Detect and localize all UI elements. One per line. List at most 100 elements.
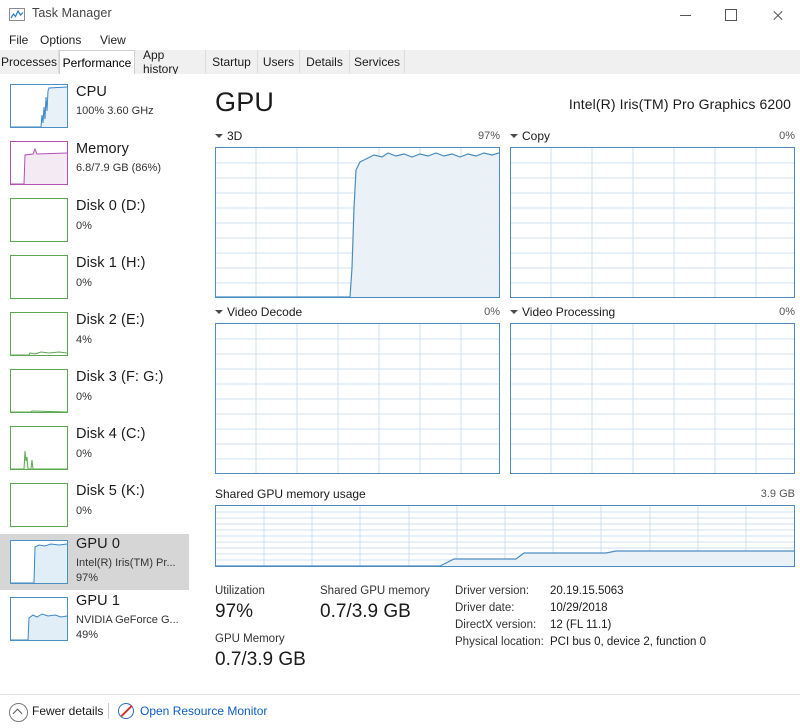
chart-shared-memory-label: Shared GPU memory usage [215, 487, 366, 501]
chart-video-processing[interactable]: Video Processing 0% [510, 305, 795, 474]
menu-item-options[interactable]: Options [36, 32, 85, 48]
tab-processes[interactable]: Processes [0, 50, 59, 73]
chart-shared-memory-value: 3.9 GB [760, 488, 795, 500]
sidebar-item-disk-5[interactable]: Disk 5 (K:) 0% [0, 477, 189, 533]
info-directx-version-key: DirectX version: [455, 619, 537, 631]
sidebar-item-disk-0-sub: 0% [76, 220, 92, 232]
chart-3d-plot [215, 147, 500, 298]
close-button[interactable] [754, 0, 800, 30]
memory-thumbnail-graph [10, 141, 68, 185]
sidebar-item-disk-2[interactable]: Disk 2 (E:) 4% [0, 306, 189, 362]
info-physical-location-value: PCI bus 0, device 2, function 0 [550, 636, 706, 648]
chart-shared-memory-header: Shared GPU memory usage 3.9 GB [215, 487, 795, 504]
tab-users[interactable]: Users [258, 50, 300, 73]
sidebar-item-disk-2-sub: 4% [76, 334, 92, 346]
sidebar-item-disk-0[interactable]: Disk 0 (D:) 0% [0, 192, 189, 248]
chart-video-processing-header[interactable]: Video Processing 0% [510, 305, 795, 322]
sidebar-item-memory-sub: 6.8/7.9 GB (86%) [76, 162, 161, 174]
sidebar-item-gpu-1-title: GPU 1 [76, 593, 121, 609]
disk-3-thumbnail-graph [10, 369, 68, 413]
tab-app-history[interactable]: App history [135, 48, 206, 76]
sidebar-item-gpu-1-usage: 49% [76, 629, 99, 641]
stat-gpu-memory-label: GPU Memory [215, 633, 285, 645]
sidebar-item-gpu-0-title: GPU 0 [76, 536, 121, 552]
chart-shared-memory-plot [215, 505, 795, 567]
sidebar-item-gpu-1-sub: NVIDIA GeForce G... [76, 614, 179, 626]
chart-3d-value: 97% [477, 130, 500, 142]
sidebar-item-disk-5-title: Disk 5 (K:) [76, 483, 145, 499]
sidebar-item-disk-4[interactable]: Disk 4 (C:) 0% [0, 420, 189, 476]
chart-copy-header[interactable]: Copy 0% [510, 129, 795, 146]
tab-performance[interactable]: Performance [59, 50, 135, 74]
info-driver-version-value: 20.19.15.5063 [550, 585, 624, 597]
sidebar-item-memory-title: Memory [76, 141, 129, 157]
sidebar-item-cpu[interactable]: CPU 100% 3.60 GHz [0, 78, 189, 134]
tab-startup[interactable]: Startup [206, 50, 258, 73]
sidebar-item-disk-3[interactable]: Disk 3 (F: G:) 0% [0, 363, 189, 419]
sidebar-item-gpu-1[interactable]: GPU 1 NVIDIA GeForce G... 49% [0, 591, 189, 647]
fewer-details-button[interactable]: Fewer details [32, 704, 103, 718]
gpu-detail-panel: GPU Intel(R) Iris(TM) Pro Graphics 6200 … [190, 74, 800, 694]
info-driver-date-key: Driver date: [455, 602, 515, 614]
stat-shared-memory-label: Shared GPU memory [320, 585, 430, 597]
chart-video-decode-value: 0% [484, 306, 500, 318]
chart-copy-plot [510, 147, 795, 298]
disk-4-thumbnail-graph [10, 426, 68, 470]
chart-video-decode[interactable]: Video Decode 0% [215, 305, 500, 474]
title-bar: Task Manager [0, 0, 800, 30]
chart-video-processing-label: Video Processing [522, 305, 616, 319]
gpu-device-name: Intel(R) Iris(TM) Pro Graphics 6200 [568, 96, 791, 112]
info-driver-date-value: 10/29/2018 [550, 602, 608, 614]
sidebar-item-disk-3-title: Disk 3 (F: G:) [76, 369, 164, 385]
stat-shared-memory-value: 0.7/3.9 GB [320, 601, 411, 622]
sidebar-item-disk-1-sub: 0% [76, 277, 92, 289]
chart-video-decode-header[interactable]: Video Decode 0% [215, 305, 500, 322]
tab-services[interactable]: Services [350, 50, 405, 73]
sidebar-item-gpu-0-usage: 97% [76, 572, 99, 584]
sidebar-item-disk-5-sub: 0% [76, 505, 92, 517]
menu-item-file[interactable]: File [5, 32, 32, 48]
page-title: GPU [215, 87, 275, 117]
sidebar-item-disk-2-title: Disk 2 (E:) [76, 312, 145, 328]
chart-shared-gpu-memory[interactable]: Shared GPU memory usage 3.9 GB [215, 487, 795, 568]
gpu-0-thumbnail-graph [10, 540, 68, 584]
chart-copy[interactable]: Copy 0% [510, 129, 795, 298]
menu-item-view[interactable]: View [96, 32, 130, 48]
disk-0-thumbnail-graph [10, 198, 68, 242]
status-bar: Fewer details Open Resource Monitor [0, 694, 800, 728]
chevron-down-icon[interactable] [215, 310, 223, 314]
sidebar-item-gpu-0[interactable]: GPU 0 Intel(R) Iris(TM) Pr... 97% [0, 534, 189, 590]
close-icon [772, 10, 783, 21]
task-manager-window: Task Manager File Options View Processes… [0, 0, 800, 728]
chart-video-processing-value: 0% [779, 306, 795, 318]
open-resource-monitor-link[interactable]: Open Resource Monitor [140, 704, 267, 718]
resource-monitor-icon[interactable] [118, 703, 134, 719]
minimize-button[interactable] [662, 0, 708, 30]
sidebar-item-disk-3-sub: 0% [76, 391, 92, 403]
chart-copy-value: 0% [779, 130, 795, 142]
chart-3d-header[interactable]: 3D 97% [215, 129, 500, 146]
chart-video-decode-plot [215, 323, 500, 474]
chart-3d[interactable]: 3D 97% [215, 129, 500, 298]
chevron-down-icon[interactable] [510, 134, 518, 138]
chart-copy-label: Copy [522, 129, 551, 143]
sidebar-item-disk-1[interactable]: Disk 1 (H:) 0% [0, 249, 189, 305]
resource-sidebar[interactable]: CPU 100% 3.60 GHz Memory 6.8/7.9 GB (86%… [0, 74, 191, 694]
chart-video-processing-plot [510, 323, 795, 474]
stat-gpu-memory-value: 0.7/3.9 GB [215, 649, 306, 670]
sidebar-item-disk-4-title: Disk 4 (C:) [76, 426, 146, 442]
maximize-button[interactable] [708, 0, 754, 30]
sidebar-item-gpu-0-sub: Intel(R) Iris(TM) Pr... [76, 557, 176, 569]
sidebar-item-cpu-sub: 100% 3.60 GHz [76, 105, 154, 117]
sidebar-item-disk-0-title: Disk 0 (D:) [76, 198, 146, 214]
minimize-icon [679, 14, 691, 16]
tab-strip: Processes Performance App history Startu… [0, 48, 800, 76]
footer-divider [108, 703, 109, 719]
tab-details[interactable]: Details [300, 50, 350, 73]
chevron-down-icon[interactable] [215, 134, 223, 138]
sidebar-item-memory[interactable]: Memory 6.8/7.9 GB (86%) [0, 135, 189, 191]
chevron-up-icon[interactable] [9, 703, 28, 722]
sidebar-item-disk-1-title: Disk 1 (H:) [76, 255, 146, 271]
chevron-down-icon[interactable] [510, 310, 518, 314]
cpu-thumbnail-graph [10, 84, 68, 128]
